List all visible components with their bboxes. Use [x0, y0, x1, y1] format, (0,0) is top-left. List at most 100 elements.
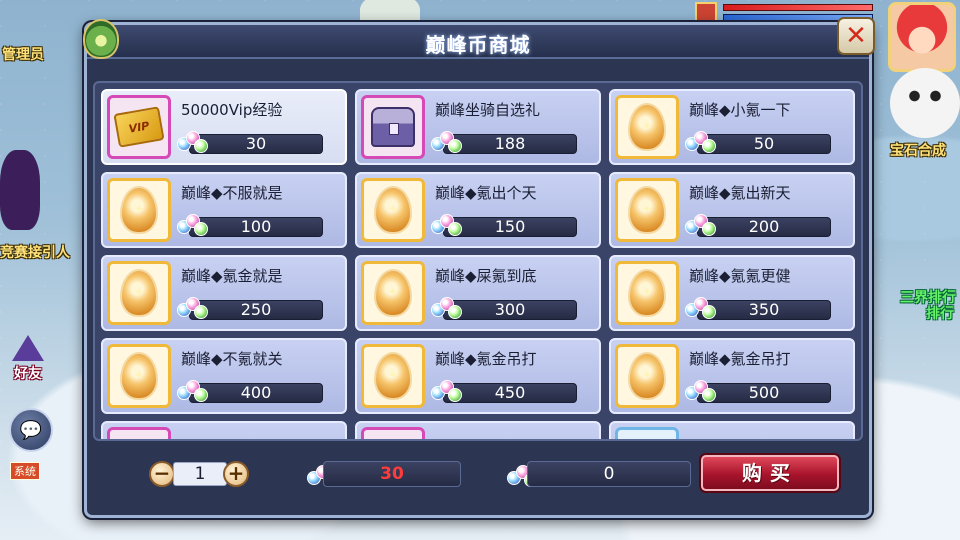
quantity-increase-button[interactable]: + — [223, 461, 249, 487]
item-icon-frame — [361, 95, 425, 159]
peak-coin-icon — [685, 210, 717, 238]
item-name: 巅峰◆氪氪更健 — [689, 267, 791, 285]
friends-button-label: 好友 — [14, 366, 42, 382]
item-icon-frame — [361, 178, 425, 242]
peak-coin-icon — [685, 376, 717, 404]
shop-item-card[interactable]: 巅峰◆氪出新天 200 — [609, 172, 855, 248]
item-name: 巅峰◆不服就是 — [181, 184, 283, 202]
item-icon-frame — [361, 344, 425, 408]
player-avatar[interactable] — [888, 2, 956, 72]
treasure-chest-icon — [371, 107, 415, 147]
item-name: 巅峰◆氪出个天 — [435, 184, 537, 202]
item-name: 50000Vip经验 — [181, 101, 283, 119]
golden-egg-icon — [374, 269, 412, 317]
item-price: 250 — [189, 300, 323, 320]
shop-item-card[interactable]: VIP 50000Vip经验 30 — [101, 89, 347, 165]
dialog-title-bar: 巅峰币商城 ✕ — [83, 17, 875, 59]
item-name: 巅峰◆氪出新天 — [689, 184, 791, 202]
peak-coin-shop-dialog: 巅峰币商城 ✕ VIP 50000Vip经验 30 巅峰坐骑自选礼 188 巅峰◆小氪一下… — [83, 17, 875, 518]
item-price: 350 — [697, 300, 831, 320]
npc-label-competition-guide[interactable]: 竞赛接引人 — [0, 242, 70, 262]
item-icon-frame — [107, 344, 171, 408]
shop-item-card[interactable]: 巅峰◆不服就是 100 — [101, 172, 347, 248]
item-icon-frame — [615, 261, 679, 325]
peak-coin-icon — [177, 127, 209, 155]
health-bar — [723, 4, 873, 11]
item-name: 巅峰◆不氪就关 — [181, 350, 283, 368]
peak-coin-icon — [431, 210, 463, 238]
item-name: 巅峰◆屎氪到底 — [435, 267, 537, 285]
vip-card-icon: VIP — [113, 106, 165, 148]
peak-coin-icon — [431, 127, 463, 155]
item-price: 500 — [697, 383, 831, 403]
golden-egg-icon — [374, 186, 412, 234]
wizard-hat-icon — [12, 335, 44, 361]
item-price: 50 — [697, 134, 831, 154]
chat-button[interactable]: 💬 — [9, 408, 53, 452]
peak-coin-icon — [431, 376, 463, 404]
item-name: 巅峰◆氪金就是 — [181, 267, 283, 285]
golden-egg-icon — [628, 186, 666, 234]
total-cost-display: 30 — [323, 461, 461, 487]
item-icon-frame: VIP — [107, 95, 171, 159]
item-icon-frame — [615, 427, 679, 439]
shop-item-card[interactable]: 巅峰◆小氪一下 50 — [609, 89, 855, 165]
item-name: 巅峰◆小氪一下 — [689, 101, 791, 119]
golden-egg-icon — [120, 352, 158, 400]
npc-label-admin[interactable]: 管理员 — [2, 44, 44, 64]
system-channel-badge[interactable]: 系统 — [10, 462, 40, 480]
dialog-title: 巅峰币商城 — [425, 33, 531, 57]
panda-npc[interactable] — [890, 68, 960, 138]
buff-icon — [695, 2, 717, 22]
item-name: 巅峰坐骑自选礼 — [435, 101, 541, 119]
quantity-input[interactable]: 1 — [173, 462, 227, 486]
golden-egg-icon — [628, 103, 666, 151]
item-icon-frame — [361, 261, 425, 325]
buy-button[interactable]: 购买 — [701, 455, 839, 491]
peak-coin-icon — [177, 376, 209, 404]
item-name: 巅峰◆氪金吊打 — [689, 350, 791, 368]
shop-item-card-partial[interactable] — [355, 421, 601, 439]
close-icon: ✕ — [845, 21, 867, 51]
item-price: 30 — [189, 134, 323, 154]
peak-coin-icon — [685, 127, 717, 155]
item-price: 150 — [443, 217, 577, 237]
shop-item-card[interactable]: 巅峰坐骑自选礼 188 — [355, 89, 601, 165]
golden-egg-icon — [120, 186, 158, 234]
item-icon-frame — [615, 95, 679, 159]
shop-item-card[interactable]: 巅峰◆氪金吊打 500 — [609, 338, 855, 414]
peak-coin-icon — [177, 210, 209, 238]
shop-item-card[interactable]: 巅峰◆氪出个天 150 — [355, 172, 601, 248]
item-icon-frame — [615, 178, 679, 242]
item-icon-frame — [107, 261, 171, 325]
golden-egg-icon — [120, 269, 158, 317]
close-button[interactable]: ✕ — [837, 17, 875, 55]
item-icon-frame — [361, 427, 425, 439]
shop-item-card[interactable]: 巅峰◆不氪就关 400 — [101, 338, 347, 414]
item-price: 450 — [443, 383, 577, 403]
shop-item-card[interactable]: 巅峰◆氪氪更健 350 — [609, 255, 855, 331]
shop-item-card-partial[interactable] — [101, 421, 347, 439]
peak-coin-icon — [431, 293, 463, 321]
speech-bubble-icon: 💬 — [19, 419, 43, 441]
item-list-scroll-area[interactable]: VIP 50000Vip经验 30 巅峰坐骑自选礼 188 巅峰◆小氪一下 50 巅峰◆不服就… — [93, 81, 863, 441]
shop-item-card[interactable]: 巅峰◆氪金吊打 450 — [355, 338, 601, 414]
npc-label-gem-synthesis[interactable]: 宝石合成 — [890, 140, 946, 160]
friends-button[interactable]: 好友 — [4, 335, 52, 385]
item-grid: VIP 50000Vip经验 30 巅峰坐骑自选礼 188 巅峰◆小氪一下 50 巅峰◆不服就… — [101, 89, 855, 439]
coin-balance-display: 0 — [527, 461, 691, 487]
shop-item-card[interactable]: 巅峰◆屎氪到底 300 — [355, 255, 601, 331]
golden-egg-icon — [628, 352, 666, 400]
npc-figure-guide — [0, 150, 40, 230]
quantity-decrease-button[interactable]: − — [149, 461, 175, 487]
npc-label-ranking-sub[interactable]: 排行 — [926, 303, 954, 323]
item-price: 400 — [189, 383, 323, 403]
item-name: 巅峰◆氪金吊打 — [435, 350, 537, 368]
shop-item-card[interactable]: 巅峰◆氪金就是 250 — [101, 255, 347, 331]
item-icon-frame — [107, 178, 171, 242]
shop-item-card-partial[interactable] — [609, 421, 855, 439]
item-icon-frame — [615, 344, 679, 408]
item-price: 200 — [697, 217, 831, 237]
item-price: 300 — [443, 300, 577, 320]
peak-coin-icon — [685, 293, 717, 321]
